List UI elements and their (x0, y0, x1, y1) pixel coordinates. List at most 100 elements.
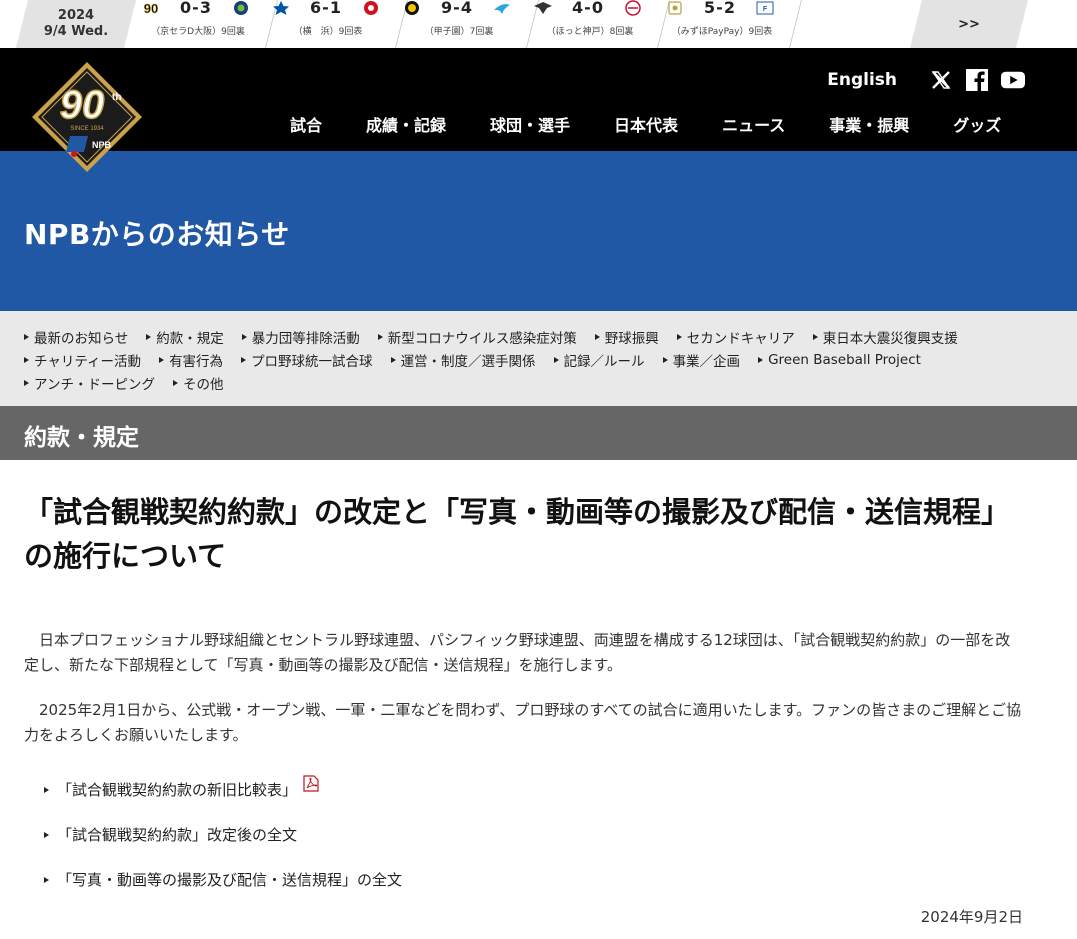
nav-item-teams[interactable]: 球団・選手 (468, 112, 592, 136)
category-operations[interactable]: 運営・制度／選手関係 (390, 350, 536, 370)
category-second-career[interactable]: セカンドキャリア (676, 327, 795, 347)
marines-logo-icon (622, 0, 644, 16)
game-score: 5-2 (704, 0, 736, 17)
nav-item-business[interactable]: 事業・振興 (807, 112, 931, 136)
category-regulations[interactable]: 約款・規定 (146, 327, 224, 347)
game-venue: （京セラD大阪）9回裏 (151, 27, 245, 37)
nav-item-stats[interactable]: 成績・記録 (344, 112, 468, 136)
game-score-4[interactable]: 4-0 （ほっと神戸）8回裏 (528, 0, 670, 48)
game-score: 6-1 (310, 0, 342, 17)
svg-text:NPB: NPB (92, 140, 112, 150)
game-score: 9-4 (441, 0, 473, 17)
npb-90th-logo-icon[interactable]: 90 th SINCE 1934 NPB (30, 60, 144, 174)
svg-text:th: th (112, 92, 121, 103)
category-row: 最新のお知らせ 約款・規定 暴力団等排除活動 新型コロナウイルス感染症対策 野球… (24, 325, 1077, 348)
triangle-right-icon (676, 333, 682, 340)
category-promotion[interactable]: 野球振興 (594, 327, 659, 347)
triangle-right-icon (758, 356, 764, 363)
english-link[interactable]: English (827, 70, 897, 90)
link-comparison-table[interactable]: 「試合観戦契約約款の新旧比較表」 (44, 767, 402, 812)
category-records-rules[interactable]: 記録／ルール (553, 350, 645, 370)
triangle-right-icon (44, 786, 49, 793)
category-row: チャリティー活動 有害行為 プロ野球統一試合球 運営・制度／選手関係 記録／ルー… (24, 348, 1077, 371)
triangle-right-icon (390, 356, 396, 363)
category-anti-doping[interactable]: アンチ・ドーピング (24, 373, 155, 393)
90th-logo-icon: 90 (140, 0, 162, 16)
ticker-more-button[interactable]: >> (910, 0, 1028, 48)
category-anti-violence[interactable]: 暴力団等排除活動 (241, 327, 360, 347)
nav-item-games[interactable]: 試合 (268, 112, 344, 136)
page-banner: NPBからのお知らせ (0, 151, 1077, 311)
link-revised-full-text[interactable]: 「試合観戦契約約款」改定後の全文 (44, 812, 402, 857)
category-harmful-acts[interactable]: 有害行為 (159, 350, 223, 370)
category-menu: 最新のお知らせ 約款・規定 暴力団等排除活動 新型コロナウイルス感染症対策 野球… (0, 311, 1077, 406)
hawks-logo-icon (664, 0, 686, 16)
category-charity[interactable]: チャリティー活動 (24, 350, 141, 370)
article-title: 「試合観戦契約約款」の改定と「写真・動画等の撮影及び配信・送信規程」の施行につい… (24, 495, 1011, 573)
triangle-right-icon (553, 356, 559, 363)
document-links: 「試合観戦契約約款の新旧比較表」 「試合観戦契約約款」改定後の全文 「写真・動画… (44, 767, 402, 902)
svg-text:SINCE 1934: SINCE 1934 (70, 126, 104, 132)
category-latest[interactable]: 最新のお知らせ (24, 327, 128, 347)
game-venue: （ほっと神戸）8回裏 (546, 27, 634, 37)
category-earthquake-support[interactable]: 東日本大震災復興支援 (812, 327, 958, 347)
triangle-right-icon (594, 333, 600, 340)
nav-item-goods[interactable]: グッズ (931, 112, 1023, 136)
eagles-logo-icon (532, 0, 554, 16)
game-venue: （みずほPayPay）9回表 (671, 27, 773, 37)
post-date: 2024年9月2日 (920, 908, 1023, 926)
triangle-right-icon (24, 356, 29, 363)
ticker-day: 9/4 Wed. (43, 24, 109, 39)
game-venue: （甲子園）7回裏 (424, 27, 494, 37)
nav-item-news[interactable]: ニュース (700, 112, 807, 136)
svg-text:90: 90 (144, 1, 158, 16)
lions-logo-icon (230, 0, 252, 16)
category-official-ball[interactable]: プロ野球統一試合球 (241, 350, 373, 370)
section-title: 約款・規定 (24, 425, 139, 451)
ticker-year: 2024 (57, 8, 95, 23)
triangle-right-icon (146, 333, 152, 340)
triangle-right-icon (44, 831, 49, 838)
category-projects[interactable]: 事業／企画 (662, 350, 740, 370)
category-green-baseball[interactable]: Green Baseball Project (758, 352, 921, 368)
pdf-icon (303, 775, 319, 792)
triangle-right-icon (812, 333, 818, 340)
game-score-5[interactable]: 5-2 F （みずほPayPay）9回表 (660, 0, 802, 48)
triangle-right-icon (241, 356, 247, 363)
game-score-3[interactable]: 9-4 （甲子園）7回裏 (397, 0, 539, 48)
category-other[interactable]: その他 (172, 373, 223, 393)
youtube-icon[interactable] (1001, 68, 1025, 92)
game-venue: （横 浜）9回表 (293, 27, 363, 37)
nav-item-national-team[interactable]: 日本代表 (592, 112, 700, 136)
triangle-right-icon (241, 333, 247, 340)
triangle-right-icon (44, 876, 49, 883)
article-paragraph: 2025年2月1日から、公式戦・オープン戦、一軍・二軍などを問わず、プロ野球のす… (24, 701, 1022, 744)
x-icon[interactable] (929, 68, 953, 92)
category-covid[interactable]: 新型コロナウイルス感染症対策 (377, 327, 577, 347)
fighters-logo-icon: F (754, 0, 776, 16)
svg-text:F: F (763, 6, 768, 13)
section-header: 約款・規定 (0, 406, 1077, 460)
ticker-date: 2024 9/4 Wed. (16, 0, 136, 48)
utility-nav: English (827, 68, 1025, 92)
triangle-right-icon (662, 356, 668, 363)
triangle-right-icon (24, 333, 29, 340)
triangle-right-icon (172, 379, 178, 386)
triangle-right-icon (377, 333, 383, 340)
link-photo-video-regulation[interactable]: 「写真・動画等の撮影及び配信・送信規程」の全文 (44, 857, 402, 902)
baystars-logo-icon (270, 0, 292, 16)
game-score: 4-0 (572, 0, 604, 17)
category-row: アンチ・ドーピング その他 (24, 371, 1077, 394)
game-score-1[interactable]: 90 0-3 （京セラD大阪）9回裏 (136, 0, 278, 48)
page-title: NPBからのお知らせ (24, 218, 290, 251)
article-paragraph: 日本プロフェッショナル野球組織とセントラル野球連盟、パシフィック野球連盟、両連盟… (24, 631, 1011, 674)
triangle-right-icon (24, 379, 29, 386)
triangle-right-icon (159, 356, 165, 363)
global-nav: 試合 成績・記録 球団・選手 日本代表 ニュース 事業・振興 グッズ (268, 112, 1023, 136)
tigers-logo-icon (401, 0, 423, 16)
game-score-2[interactable]: 6-1 （横 浜）9回表 (266, 0, 408, 48)
site-header: English 試合 成績・記録 球団・選手 日本代表 ニュース 事業・振興 グ… (0, 48, 1077, 151)
game-score: 0-3 (180, 0, 212, 17)
facebook-icon[interactable] (965, 68, 989, 92)
svg-text:90: 90 (60, 83, 105, 127)
